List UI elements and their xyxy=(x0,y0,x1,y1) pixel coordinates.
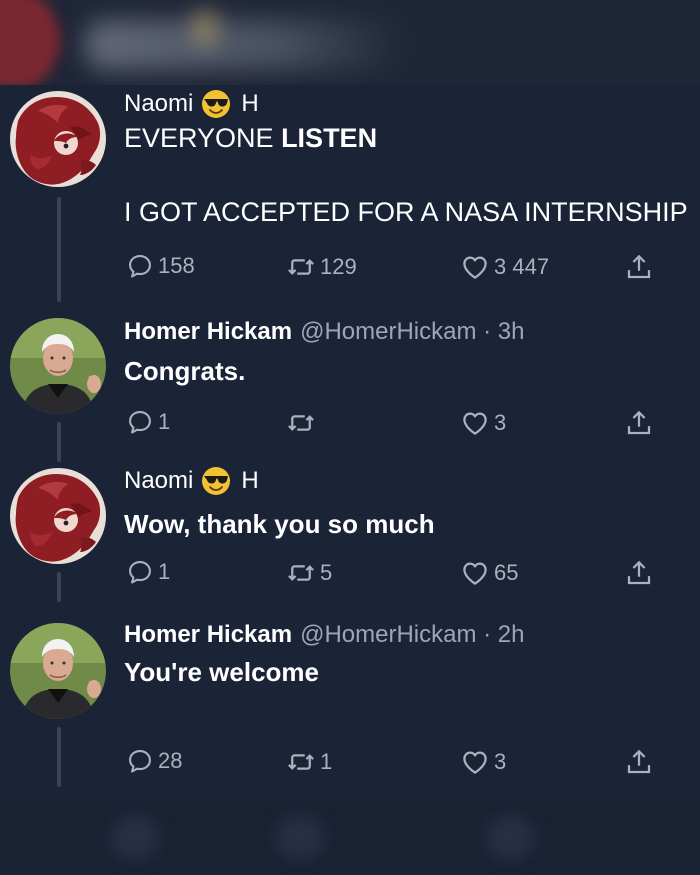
blurred-header-text xyxy=(85,20,405,70)
reply-icon xyxy=(126,747,154,775)
reply-count: 1 xyxy=(158,559,171,584)
author-handle-time[interactable]: @HomerHickam · 2h xyxy=(300,621,524,649)
like-button[interactable]: 3 447 xyxy=(460,252,549,282)
retweet-count: 129 xyxy=(320,254,357,279)
reply-count: 1 xyxy=(158,409,171,434)
sunglasses-emoji-icon xyxy=(201,89,231,119)
like-button[interactable]: 3 xyxy=(460,408,506,438)
tweet-homer-1[interactable]: Homer Hickam @HomerHickam · 3h Congrats.… xyxy=(0,310,700,462)
retweet-count: 1 xyxy=(320,749,333,774)
like-icon xyxy=(460,408,490,438)
blurred-avatar xyxy=(0,0,60,85)
retweet-icon xyxy=(286,408,316,438)
tweet-naomi-1[interactable]: Naomi H EVERYONE LISTEN I GOT ACCEPTED F… xyxy=(0,85,700,310)
author-name[interactable]: Naomi xyxy=(124,90,193,118)
top-bar-blurred xyxy=(0,0,700,85)
thread-line xyxy=(57,197,61,302)
author-name-suffix: H xyxy=(241,467,259,494)
retweet-icon xyxy=(286,747,316,777)
avatar[interactable] xyxy=(10,91,106,187)
reply-count: 158 xyxy=(158,253,195,278)
author-name[interactable]: Naomi xyxy=(124,467,193,495)
retweet-button[interactable]: 5 xyxy=(286,558,332,588)
avatar[interactable] xyxy=(10,468,106,564)
action-bar: 1 3 xyxy=(0,408,700,442)
share-button[interactable] xyxy=(624,408,654,438)
like-icon xyxy=(460,252,490,282)
reply-icon xyxy=(126,558,154,586)
reply-icon xyxy=(126,252,154,280)
blurred-nav-item[interactable] xyxy=(485,815,535,860)
action-bar: 1 5 65 xyxy=(0,558,700,592)
author-row: Naomi H xyxy=(124,466,259,496)
like-count: 3 xyxy=(494,749,507,774)
like-count: 65 xyxy=(494,560,519,585)
author-name[interactable]: Homer Hickam xyxy=(124,621,292,649)
blurred-nav-item[interactable] xyxy=(275,815,325,860)
author-name[interactable]: Homer Hickam xyxy=(124,318,292,346)
tweet-text-line1: EVERYONE LISTEN xyxy=(124,123,377,154)
retweet-count: 5 xyxy=(320,560,333,585)
bottom-nav-blurred xyxy=(0,800,700,875)
share-icon xyxy=(624,408,654,438)
tweet-text-normal: EVERYONE xyxy=(124,123,282,153)
author-row: Naomi H xyxy=(124,89,259,119)
blurred-nav-item[interactable] xyxy=(110,815,160,860)
author-name-suffix: H xyxy=(241,90,259,117)
like-icon xyxy=(460,558,490,588)
retweet-icon xyxy=(286,252,316,282)
reply-button[interactable]: 1 xyxy=(126,408,170,436)
reply-icon xyxy=(126,408,154,436)
action-bar: 158 129 3 447 xyxy=(0,252,700,286)
share-button[interactable] xyxy=(624,252,654,282)
tweet-text: Congrats. xyxy=(124,356,246,386)
author-handle-time[interactable]: @HomerHickam · 3h xyxy=(300,318,524,346)
avatar[interactable] xyxy=(10,623,106,719)
tweet-homer-2[interactable]: Homer Hickam @HomerHickam · 2h You're we… xyxy=(0,615,700,800)
retweet-icon xyxy=(286,558,316,588)
author-row: Homer Hickam @HomerHickam · 2h xyxy=(124,621,524,649)
tweet-text-line2: I GOT ACCEPTED FOR A NASA INTERNSHIP xyxy=(124,197,688,227)
tweet-text: Wow, thank you so much xyxy=(124,509,435,539)
tweet-text-bold: LISTEN xyxy=(281,123,378,153)
sunglasses-emoji-icon xyxy=(201,466,231,496)
like-icon xyxy=(460,747,490,777)
share-icon xyxy=(624,558,654,588)
reply-button[interactable]: 1 xyxy=(126,558,170,586)
reply-count: 28 xyxy=(158,748,183,773)
share-button[interactable] xyxy=(624,558,654,588)
retweet-button[interactable]: 129 xyxy=(286,252,357,282)
share-icon xyxy=(624,252,654,282)
tweet-text: You're welcome xyxy=(124,657,319,687)
like-button[interactable]: 65 xyxy=(460,558,518,588)
retweet-button[interactable]: 1 xyxy=(286,747,332,777)
reply-button[interactable]: 158 xyxy=(126,252,195,280)
tweet-naomi-2[interactable]: Naomi H Wow, thank you so much 1 5 65 xyxy=(0,460,700,620)
action-bar: 28 1 3 xyxy=(0,747,700,781)
reply-button[interactable]: 28 xyxy=(126,747,182,775)
blurred-emoji xyxy=(190,8,220,48)
share-icon xyxy=(624,747,654,777)
like-count: 3 xyxy=(494,410,507,435)
retweet-button[interactable] xyxy=(286,408,320,438)
like-button[interactable]: 3 xyxy=(460,747,506,777)
avatar[interactable] xyxy=(10,318,106,414)
author-row: Homer Hickam @HomerHickam · 3h xyxy=(124,318,524,346)
share-button[interactable] xyxy=(624,747,654,777)
like-count: 3 447 xyxy=(494,254,550,279)
